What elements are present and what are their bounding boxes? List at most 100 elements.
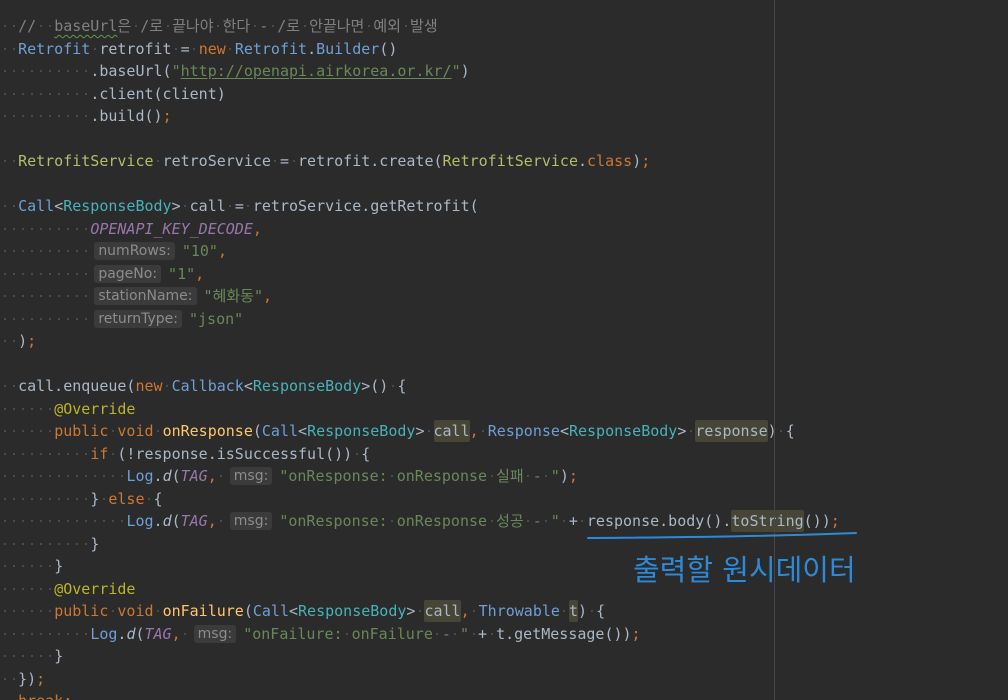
- code-token: "혜화동": [203, 287, 263, 305]
- code-line[interactable]: call.enqueue(new Callback<ResponseBody>(…: [0, 375, 840, 398]
- code-token: (: [252, 422, 262, 440]
- code-token: Call: [18, 197, 55, 215]
- whitespace-marker: [72, 512, 81, 530]
- code-token: ;: [36, 669, 46, 688]
- whitespace-marker: [36, 287, 45, 305]
- code-token: Response: [487, 422, 560, 440]
- whitespace-marker: [81, 490, 90, 508]
- code-token: ,: [217, 242, 227, 260]
- whitespace-marker: [9, 445, 18, 463]
- code-line[interactable]: @Override: [0, 398, 840, 421]
- url-link[interactable]: http://openapi.airkorea.or.kr/: [181, 62, 452, 80]
- code-line[interactable]: // baseUrl은 /로 끝나야 한다 - /로 안끝나면 예외 발생: [0, 15, 840, 38]
- whitespace-marker: [9, 400, 18, 418]
- code-line[interactable]: .client(client): [0, 83, 840, 106]
- code-token: }: [0, 490, 108, 508]
- whitespace-marker: [72, 467, 81, 485]
- code-token: ;: [641, 152, 651, 170]
- whitespace-marker: [424, 422, 433, 440]
- code-line[interactable]: [0, 353, 840, 376]
- whitespace-marker: [54, 310, 63, 328]
- code-line[interactable]: .build();: [0, 105, 840, 128]
- whitespace-marker: [9, 625, 18, 643]
- code-token: d: [162, 467, 172, 485]
- whitespace-marker: [433, 625, 442, 643]
- code-line[interactable]: public void onResponse(Call<ResponseBody…: [0, 420, 840, 443]
- code-line[interactable]: .baseUrl("http://openapi.airkorea.or.kr/…: [0, 60, 840, 83]
- code-token: Call: [261, 422, 299, 440]
- whitespace-marker: [36, 85, 45, 103]
- code-line[interactable]: pageNo: "1",: [0, 263, 840, 286]
- code-line[interactable]: Log.d(TAG, msg: "onResponse: onResponse 성…: [0, 510, 840, 533]
- code-line[interactable]: public void onFailure(Call<ResponseBody>…: [0, 600, 840, 623]
- whitespace-marker: [45, 17, 54, 35]
- whitespace-marker: [18, 535, 27, 553]
- whitespace-marker: [72, 625, 81, 643]
- code-token: [0, 625, 90, 643]
- annotation-label: 출력할 원시데이터: [633, 553, 856, 587]
- code-editor[interactable]: // baseUrl은 /로 끝나야 한다 - /로 안끝나면 예외 발생 Re…: [0, 0, 1008, 700]
- code-token: ;: [568, 467, 578, 485]
- code-token: Retrofit: [18, 39, 91, 58]
- code-line[interactable]: RetrofitService retroService = retrofit.…: [0, 150, 840, 173]
- whitespace-marker: [63, 490, 72, 508]
- code-area[interactable]: // baseUrl은 /로 끝나야 한다 - /로 안끝나면 예외 발생 Re…: [0, 15, 840, 700]
- whitespace-marker: [145, 490, 154, 508]
- code-token: .: [153, 512, 163, 530]
- code-token: Retrofit: [234, 39, 308, 58]
- code-token: new: [198, 39, 226, 58]
- code-line[interactable]: OPENAPI_KEY_DECODE,: [0, 218, 840, 241]
- code-line[interactable]: break;: [0, 690, 840, 700]
- code-token: ;: [631, 624, 641, 643]
- code-line[interactable]: );: [0, 330, 840, 353]
- whitespace-marker: [90, 467, 99, 485]
- code-token: .: [153, 467, 163, 485]
- code-token: <: [289, 602, 299, 620]
- whitespace-marker: [72, 242, 81, 260]
- code-token: ResponseBody: [298, 602, 407, 620]
- whitespace-marker: [36, 580, 45, 598]
- whitespace-marker: [72, 535, 81, 553]
- whitespace-marker: [0, 107, 9, 125]
- whitespace-marker: [0, 17, 9, 35]
- code-token: ) {: [767, 422, 795, 440]
- code-token: 은 /로 끝나야 한다 - /로 안끝나면 예외 발생: [117, 17, 438, 35]
- whitespace-marker: [451, 625, 460, 643]
- code-token: }: [0, 647, 63, 665]
- whitespace-marker: [524, 512, 533, 530]
- code-line[interactable]: Retrofit retrofit = new Retrofit.Builder…: [0, 38, 840, 61]
- code-token: ": [171, 62, 181, 80]
- whitespace-marker: [108, 422, 117, 440]
- whitespace-marker: [777, 422, 786, 440]
- code-line[interactable]: [0, 128, 840, 151]
- code-token: ;: [162, 107, 172, 125]
- code-line[interactable]: } else {: [0, 488, 840, 511]
- code-line[interactable]: numRows: "10",: [0, 240, 840, 263]
- whitespace-marker: [181, 197, 190, 215]
- code-token: public void: [54, 422, 154, 440]
- code-line[interactable]: if (!response.isSuccessful()) {: [0, 443, 840, 466]
- code-line[interactable]: Call<ResponseBody> call = retroService.g…: [0, 195, 840, 218]
- code-token: onResponse: [162, 422, 253, 440]
- whitespace-marker: [27, 490, 36, 508]
- code-token: ): [0, 332, 27, 350]
- code-token: TAG: [144, 624, 172, 643]
- code-line[interactable]: stationName: "혜화동",: [0, 285, 840, 308]
- whitespace-marker: [63, 625, 72, 643]
- code-line[interactable]: returnType: "json": [0, 308, 840, 331]
- code-token: TAG: [180, 467, 208, 485]
- whitespace-marker: [81, 287, 90, 305]
- code-line[interactable]: }: [0, 645, 840, 668]
- code-line[interactable]: Log.d(TAG, msg: "onFailure: onFailure - "…: [0, 623, 840, 646]
- code-token: ): [632, 152, 642, 170]
- whitespace-marker: [45, 287, 54, 305]
- code-line[interactable]: [0, 173, 840, 196]
- whitespace-marker: [154, 602, 163, 620]
- whitespace-marker: [9, 535, 18, 553]
- code-line[interactable]: });: [0, 668, 840, 691]
- whitespace-marker: [154, 422, 163, 440]
- whitespace-marker: [36, 557, 45, 575]
- whitespace-marker: [0, 400, 9, 418]
- code-line[interactable]: Log.d(TAG, msg: "onResponse: onResponse 실…: [0, 465, 840, 488]
- whitespace-marker: [72, 265, 81, 283]
